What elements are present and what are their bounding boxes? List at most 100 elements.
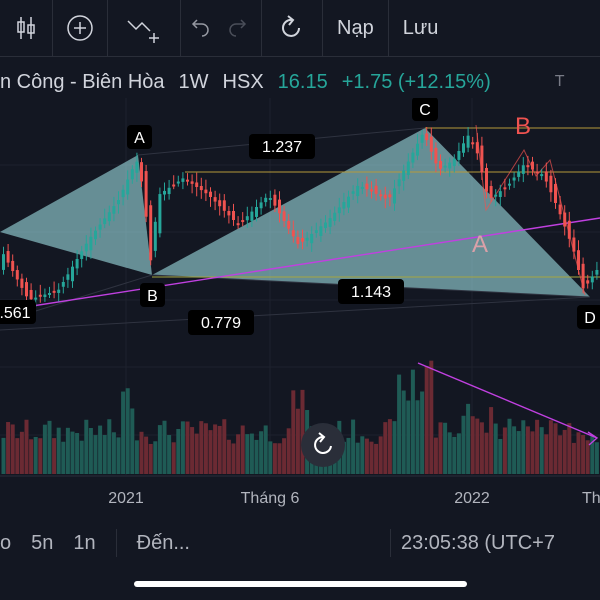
candle-body	[103, 218, 107, 225]
candle-body	[351, 191, 355, 194]
add-indicator-icon[interactable]	[53, 0, 108, 56]
timeframe-1n[interactable]: 1n	[63, 532, 105, 555]
volume-bar	[498, 438, 503, 474]
candle-body	[480, 145, 484, 173]
volume-bar	[438, 422, 443, 474]
compare-icon[interactable]	[108, 0, 181, 56]
volume-bar	[203, 423, 208, 474]
volume-bar	[153, 441, 158, 474]
volume-bar	[544, 434, 549, 474]
volume-bar	[157, 425, 162, 474]
candle-body	[117, 200, 120, 205]
volume-bar	[553, 423, 558, 474]
volume-bar	[19, 431, 24, 474]
candle-body	[57, 289, 61, 293]
volume-bar	[291, 390, 296, 474]
clock-timezone[interactable]: 23:05:38 (UTC+7	[391, 532, 565, 555]
interval[interactable]: 1W	[179, 71, 209, 94]
volume-bar	[121, 391, 126, 474]
volume-bar	[272, 443, 277, 474]
symbol-header: n Công - Biên Hòa 1W HSX 16.15 +1.75 (+1…	[0, 66, 565, 98]
home-indicator	[134, 581, 467, 587]
volume-bar	[378, 436, 383, 474]
svg-text:.561: .561	[0, 305, 31, 322]
volume-bar	[33, 436, 38, 474]
volume-bar	[130, 408, 135, 474]
candle-body	[494, 194, 498, 197]
candle-body	[393, 188, 396, 204]
candle-body	[333, 212, 337, 221]
candle-body	[204, 189, 208, 194]
candle-body	[498, 191, 502, 197]
volume-bar	[185, 421, 190, 474]
volume-bar	[29, 439, 34, 474]
redo-icon[interactable]	[217, 0, 262, 56]
candle-body	[15, 270, 19, 280]
volume-bar	[24, 419, 29, 474]
volume-bar	[410, 369, 415, 474]
volume-bar	[420, 391, 425, 474]
volume-bar	[286, 428, 291, 474]
goto-date-button[interactable]: Đến...	[127, 532, 200, 555]
price-change: +1.75 (+12.15%)	[341, 70, 491, 93]
candle-body	[149, 205, 153, 261]
volume-bar	[98, 425, 103, 474]
volume-bar	[429, 360, 434, 474]
volume-bar	[360, 436, 365, 474]
candle-body	[25, 282, 28, 297]
candle-body	[531, 161, 534, 170]
svg-text:1.143: 1.143	[351, 284, 391, 301]
volume-bar	[180, 421, 185, 474]
load-button[interactable]: Nạp	[323, 0, 389, 56]
volume-bar	[387, 419, 392, 474]
volume-bar	[374, 443, 379, 474]
volume-bar	[102, 435, 107, 474]
candle-body	[11, 260, 15, 272]
timeframe-5n[interactable]: 5n	[21, 532, 63, 555]
label-B: B	[140, 283, 165, 307]
candle-body	[425, 133, 429, 141]
symbol-title[interactable]: n Công - Biên Hòa	[0, 71, 165, 94]
candle-body	[236, 223, 240, 226]
candles-icon[interactable]	[0, 0, 53, 56]
candle-body	[508, 183, 511, 186]
timeframe-partial[interactable]: o	[0, 532, 21, 555]
ratio-label-xb: 0.779	[188, 310, 254, 335]
x-tick-2022: 2022	[454, 490, 490, 507]
volume-bar	[65, 427, 70, 474]
candle-body	[586, 280, 590, 284]
volume-bar	[585, 440, 590, 474]
volume-bar	[79, 440, 84, 474]
candle-body	[268, 198, 272, 200]
candle-body	[512, 177, 516, 181]
volume-bar	[226, 439, 231, 474]
volume-bar	[456, 433, 461, 474]
candle-body	[434, 147, 438, 164]
volume-bar	[479, 422, 484, 474]
red-label-A: A	[472, 231, 488, 258]
reload-icon[interactable]	[262, 0, 323, 56]
reset-chart-button[interactable]	[301, 423, 345, 467]
candle-body	[503, 187, 507, 190]
volume-bar	[199, 421, 204, 474]
candle-body	[374, 185, 378, 194]
price-chart[interactable]: A B C D 1.237 1.143 0.779 .561 A B 2021 …	[0, 98, 600, 514]
save-button[interactable]: Lưu	[389, 0, 453, 56]
undo-icon[interactable]	[181, 0, 217, 56]
candle-body	[379, 194, 383, 197]
volume-bar	[443, 422, 448, 474]
volume-bar	[134, 440, 139, 474]
candle-body	[420, 134, 424, 143]
candle-body	[158, 194, 162, 234]
candle-body	[365, 183, 369, 190]
volume-bar	[346, 437, 351, 474]
volume-bar	[406, 400, 411, 474]
volume-bar	[125, 388, 130, 474]
candle-body	[595, 270, 599, 275]
ratio-label-ac: 1.237	[249, 134, 315, 159]
candle-body	[43, 294, 47, 298]
svg-text:C: C	[419, 102, 431, 119]
svg-text:1.237: 1.237	[262, 139, 302, 156]
candle-body	[577, 250, 580, 270]
candle-body	[38, 294, 42, 297]
